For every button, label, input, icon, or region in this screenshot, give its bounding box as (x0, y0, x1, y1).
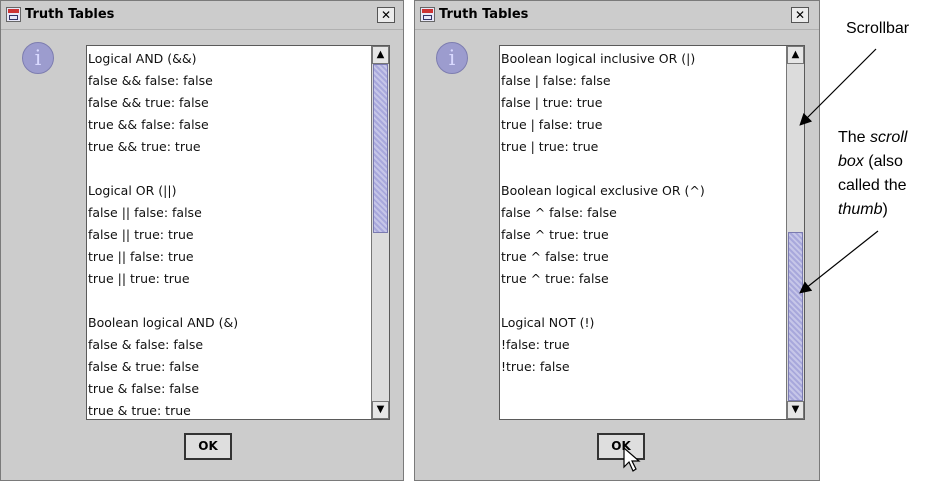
callout-arrows (799, 48, 879, 294)
scrollbar-callout-arrow (799, 48, 877, 126)
scroll-box-callout-arrow (799, 230, 879, 294)
